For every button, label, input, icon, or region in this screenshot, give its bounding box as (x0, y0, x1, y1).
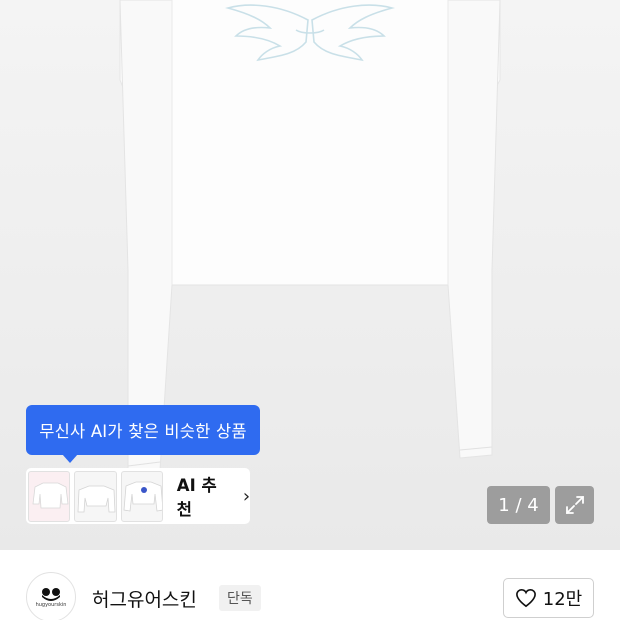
chevron-right-icon: › (242, 485, 251, 507)
image-counter-text: 1 / 4 (498, 494, 539, 516)
exclusive-badge: 단독 (219, 585, 261, 611)
brand-name[interactable]: 허그유어스킨 (92, 585, 197, 612)
image-counter: 1 / 4 (487, 486, 550, 524)
expand-arrows-icon (565, 496, 584, 514)
recommend-thumbnail[interactable] (28, 470, 71, 522)
recommend-thumbnail[interactable] (74, 470, 117, 522)
tooltip-text: 무신사 AI가 찾은 비슷한 상품 (39, 422, 247, 441)
expand-button[interactable] (555, 486, 594, 524)
like-count: 12만 (542, 589, 583, 610)
recommend-thumbnail[interactable] (120, 470, 163, 522)
heart-outline-icon (515, 588, 536, 608)
brand-logo-mark (42, 587, 60, 601)
ai-recommend-card[interactable]: AI 추천 › (26, 468, 250, 524)
product-image-gallery[interactable]: 무신사 AI가 찾은 비슷한 상품 AI 추천 › 1 / 4 (0, 0, 620, 550)
ai-similar-tooltip[interactable]: 무신사 AI가 찾은 비슷한 상품 (26, 405, 260, 463)
like-button[interactable]: 12만 (503, 578, 594, 618)
ai-recommend-label: AI 추천 (176, 476, 217, 519)
brand-logo-caption: hugyourskin (35, 601, 67, 608)
brand-logo[interactable]: hugyourskin (26, 572, 76, 620)
